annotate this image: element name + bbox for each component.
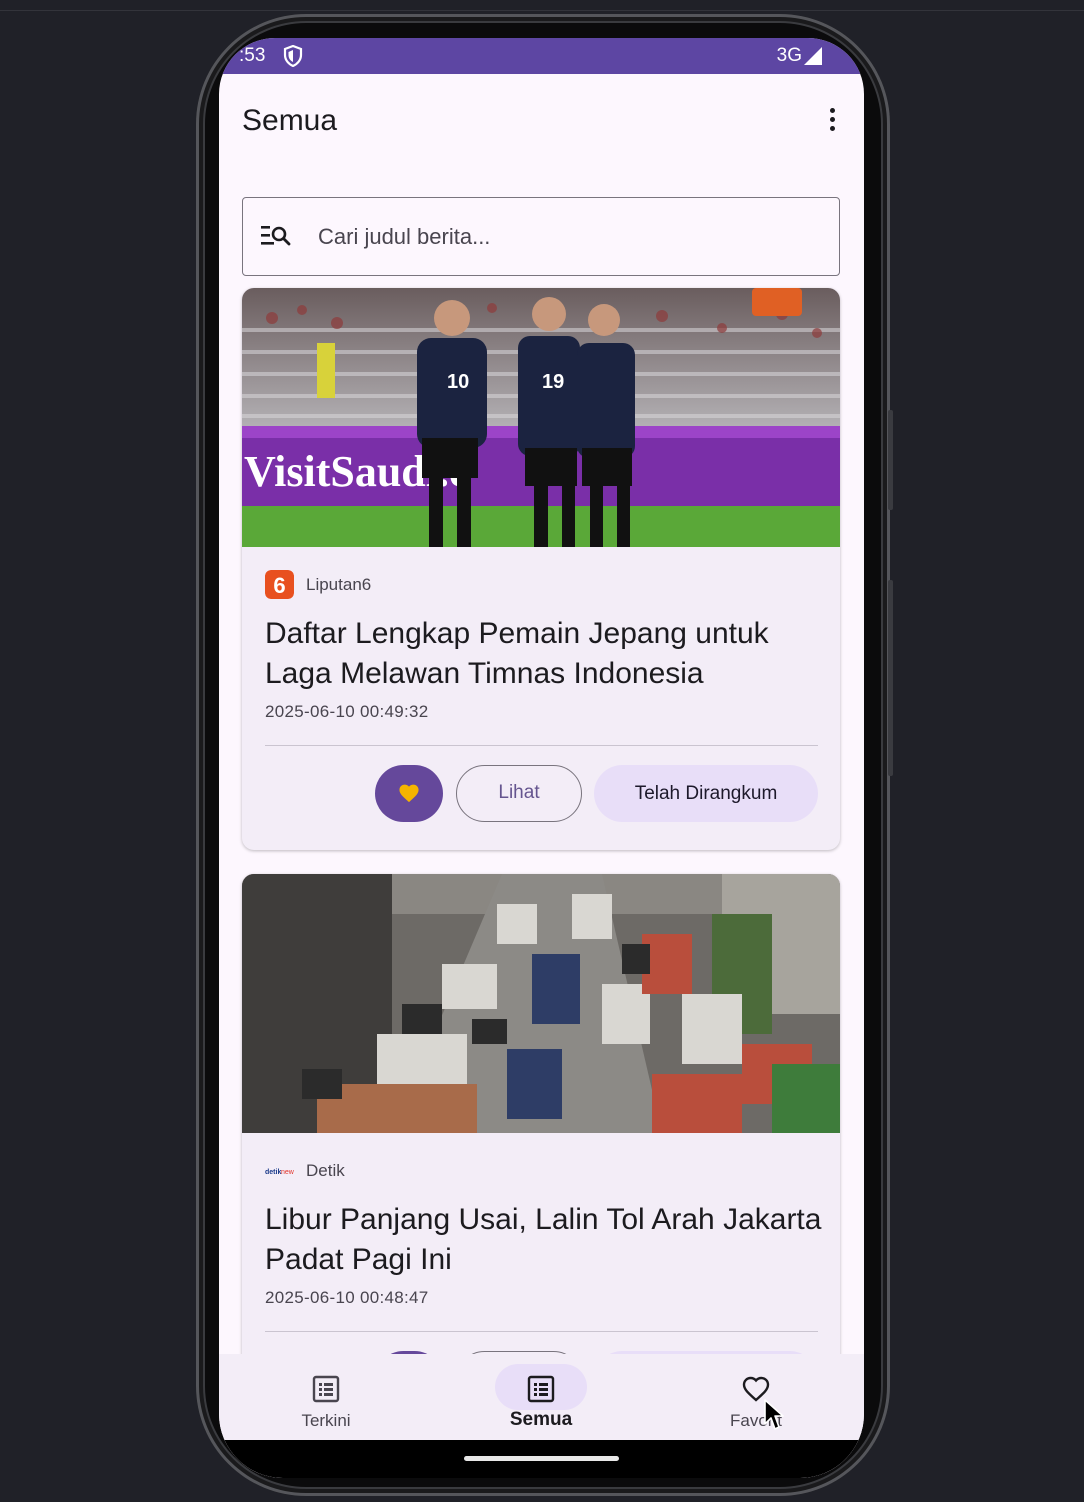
favorite-button[interactable]: [375, 765, 443, 822]
heart-filled-icon: [399, 784, 419, 803]
list-alt-icon: [312, 1375, 340, 1403]
news-card[interactable]: VisitSaudi.c 10 19 6 Liputan6 Daftar Len…: [242, 288, 840, 850]
news-date: 2025-06-10 00:48:47: [265, 1288, 429, 1307]
detik-logo-icon: detik news: [265, 1169, 294, 1176]
source-name: Liputan6: [306, 575, 372, 594]
volume-button: [888, 410, 893, 510]
more-options-icon[interactable]: [822, 108, 842, 134]
news-title[interactable]: Libur Panjang Usai, Lalin Tol Arah Jakar…: [265, 1200, 825, 1280]
status-bar: :53 3G: [219, 38, 864, 74]
summarized-button[interactable]: Telah Dirangkum: [594, 765, 818, 822]
network-type: 3G: [776, 45, 802, 66]
mouse-cursor-icon: [764, 1399, 784, 1430]
svg-text:6: 6: [273, 573, 285, 598]
source-name: Detik: [306, 1161, 345, 1180]
nav-item-terkini[interactable]: Terkini: [226, 1354, 426, 1454]
news-title[interactable]: Daftar Lengkap Pemain Jepang untuk Laga …: [265, 614, 825, 694]
svg-text:news: news: [281, 1169, 294, 1176]
article-list-icon: [527, 1375, 555, 1403]
nav-label: Terkini: [301, 1411, 351, 1430]
manage-search-icon: [261, 226, 291, 246]
search-input[interactable]: [316, 220, 820, 254]
liputan6-logo-icon: 6: [265, 570, 294, 599]
signal-icon: [804, 47, 822, 65]
nav-label: Semua: [509, 1409, 573, 1430]
news-image-football: VisitSaudi.c 10 19: [242, 288, 840, 547]
news-date: 2025-06-10 00:49:32: [265, 702, 429, 721]
status-time: :53: [239, 45, 266, 66]
page-title: Semua: [242, 104, 338, 137]
divider: [265, 745, 818, 746]
gesture-handle[interactable]: [464, 1456, 619, 1461]
svg-text:detik: detik: [265, 1169, 281, 1176]
top-divider: [0, 10, 1084, 11]
shield-icon: [283, 45, 303, 67]
app-screen: :53 3G Semua Cari judul berita... VisitS…: [219, 38, 864, 1478]
view-button[interactable]: Lihat: [456, 765, 582, 822]
nav-item-favorit[interactable]: Favorit: [656, 1354, 856, 1454]
svg-text:10: 10: [447, 371, 469, 393]
nav-item-semua[interactable]: Semua: [441, 1354, 641, 1454]
svg-text:19: 19: [542, 371, 564, 393]
nav-label: Favorit: [730, 1411, 782, 1430]
divider: [265, 1331, 818, 1332]
power-button: [888, 580, 893, 776]
search-field[interactable]: [242, 197, 840, 276]
news-image-traffic: [242, 874, 840, 1133]
